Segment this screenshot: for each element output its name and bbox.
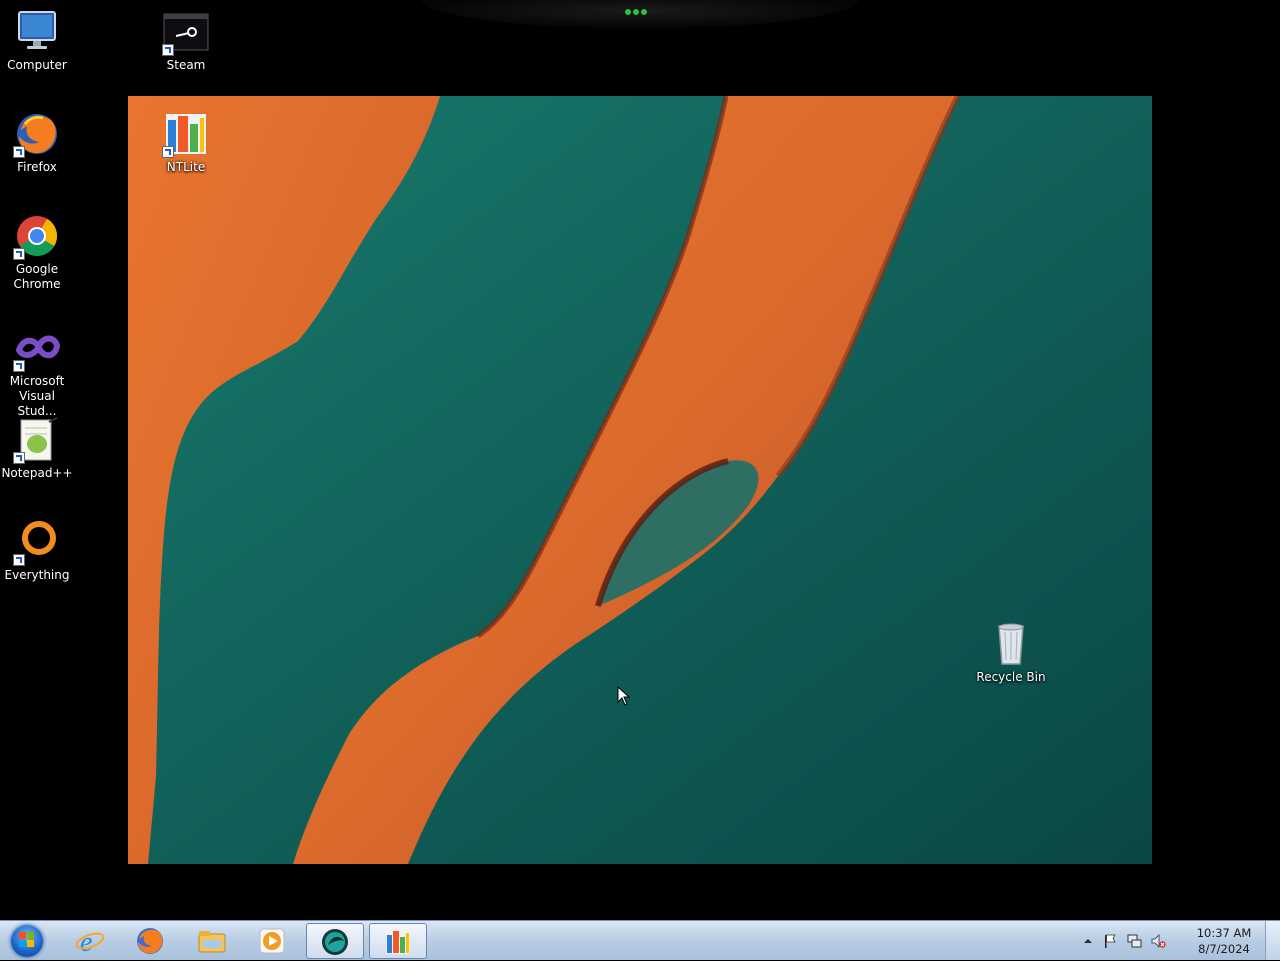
- desktop-icon-recycle-bin[interactable]: Recycle Bin: [974, 620, 1048, 685]
- ntlite-icon: [162, 110, 210, 158]
- teal-app-icon: [322, 929, 348, 955]
- status-led-icon: [625, 4, 655, 15]
- icon-label-everything: Everything: [4, 568, 70, 582]
- steam-icon: [162, 8, 210, 56]
- shortcut-arrow-icon: [13, 452, 25, 464]
- notepadpp-icon: [13, 416, 61, 464]
- taskbar: e 10:37 AM 8/7/2024: [0, 920, 1280, 960]
- internet-explorer-icon: e: [75, 927, 105, 956]
- visual-studio-icon: [13, 324, 61, 372]
- chrome-icon: [13, 212, 61, 260]
- shortcut-arrow-icon: [162, 44, 174, 56]
- start-button[interactable]: [4, 922, 50, 960]
- desktop-icon-firefox[interactable]: Firefox: [0, 110, 74, 175]
- taskbar-button-file-explorer[interactable]: [184, 923, 242, 959]
- windows-logo-icon: [19, 932, 35, 948]
- desktop-icon-everything[interactable]: Everything: [0, 518, 74, 583]
- desktop-icon-notepadpp[interactable]: Notepad++: [0, 416, 74, 481]
- taskbar-button-media-player[interactable]: [244, 923, 302, 959]
- shortcut-arrow-icon: [13, 248, 25, 260]
- shortcut-arrow-icon: [162, 146, 174, 158]
- shortcut-arrow-icon: [13, 146, 25, 158]
- system-tray: 10:37 AM 8/7/2024: [1080, 921, 1260, 961]
- desktop-icon-ntlite[interactable]: NTLite: [149, 110, 223, 175]
- file-explorer-icon: [198, 931, 226, 953]
- svg-text:e: e: [80, 927, 92, 956]
- shortcut-arrow-icon: [13, 360, 25, 372]
- top-notch-decoration: [420, 0, 860, 28]
- everything-icon: [13, 518, 61, 566]
- icon-label-ntlite: NTLite: [166, 160, 206, 174]
- desktop: Computer Steam Firefox NTLite Google Chr…: [0, 0, 1280, 920]
- icon-label-recycle-bin: Recycle Bin: [976, 670, 1046, 684]
- media-player-icon: [259, 928, 285, 954]
- desktop-icon-steam[interactable]: Steam: [149, 8, 223, 73]
- firefox-icon: [137, 928, 163, 954]
- icon-label-steam: Steam: [166, 58, 206, 72]
- computer-icon: [13, 8, 61, 56]
- show-desktop-button[interactable]: [1265, 921, 1280, 960]
- icon-label-computer: Computer: [7, 58, 67, 72]
- firefox-icon: [13, 110, 61, 158]
- action-center-flag-icon[interactable]: [1102, 933, 1118, 949]
- taskbar-button-internet-explorer[interactable]: e: [62, 923, 120, 959]
- network-icon[interactable]: [1126, 933, 1142, 949]
- icon-label-chrome: Google Chrome: [13, 262, 61, 291]
- icon-label-visual-studio: Microsoft Visual Stud...: [9, 374, 65, 418]
- recycle-bin-icon: [987, 620, 1035, 668]
- desktop-icon-chrome[interactable]: Google Chrome: [0, 212, 74, 292]
- shortcut-arrow-icon: [13, 554, 25, 566]
- volume-muted-icon[interactable]: [1150, 933, 1166, 949]
- ntlite-icon: [386, 930, 410, 954]
- icon-label-notepadpp: Notepad++: [1, 466, 73, 480]
- desktop-icon-visual-studio[interactable]: Microsoft Visual Stud...: [0, 324, 74, 419]
- show-hidden-icons-icon[interactable]: [1080, 933, 1096, 949]
- taskbar-button-firefox[interactable]: [122, 923, 180, 959]
- taskbar-button-teal-app[interactable]: [306, 923, 364, 959]
- clock-date: 8/7/2024: [1198, 942, 1250, 956]
- desktop-icon-computer[interactable]: Computer: [0, 8, 74, 73]
- taskbar-clock[interactable]: 10:37 AM 8/7/2024: [1194, 925, 1254, 957]
- wallpaper: [128, 96, 1152, 864]
- taskbar-button-ntlite[interactable]: [369, 923, 427, 959]
- mouse-cursor-icon: [617, 686, 631, 706]
- clock-time: 10:37 AM: [1196, 926, 1252, 940]
- wallpaper-landscape: [128, 96, 1152, 864]
- icon-label-firefox: Firefox: [17, 160, 57, 174]
